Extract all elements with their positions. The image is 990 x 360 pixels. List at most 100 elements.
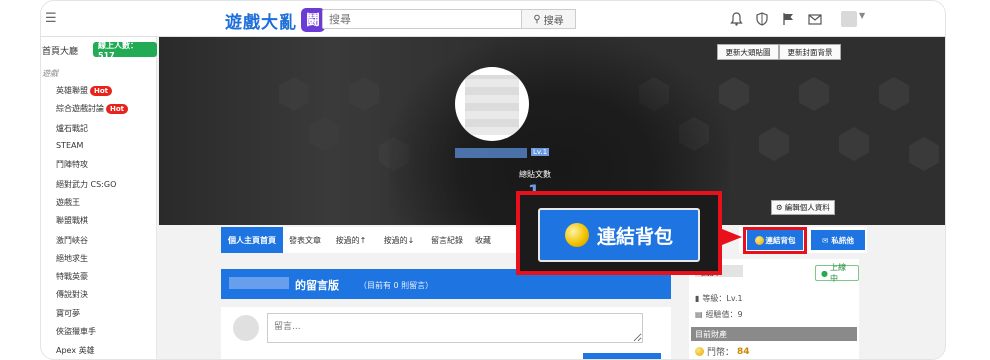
level-tag: Lv.1 xyxy=(531,148,550,156)
sidebar-item-hearthstone[interactable]: 爐石戰記 xyxy=(56,123,88,134)
tab-downvoted[interactable]: 按過的↓ xyxy=(377,227,421,253)
username-blurred xyxy=(455,148,527,158)
online-count-badge: 線上人數：517 xyxy=(93,41,157,60)
sidebar-item-steam[interactable]: STEAM xyxy=(56,141,83,150)
sidebar-item-pokemon[interactable]: 寶可夢 xyxy=(56,308,80,319)
tab-posts[interactable]: 發表文章 xyxy=(285,227,325,253)
private-message-button[interactable]: ✉ 私訊他 xyxy=(811,230,865,250)
callout-label: 連結背包 xyxy=(596,225,673,248)
highlight-frame xyxy=(743,227,807,254)
avatar-image-blurred xyxy=(465,75,519,135)
sidebar-item-label: 絕對武力 CS:GO xyxy=(56,180,117,189)
sidebar-item-overwatch[interactable]: 鬥陣特攻 xyxy=(56,159,88,170)
flag-icon[interactable] xyxy=(779,10,797,28)
guestbook-title: 的留言版 xyxy=(295,279,339,292)
level-icon: ▮ xyxy=(695,294,700,303)
site-logo[interactable]: 遊戲大亂 鬪 xyxy=(225,7,325,33)
hot-badge: Hot xyxy=(106,103,129,114)
hex-pattern xyxy=(909,137,939,171)
guestbook-input[interactable] xyxy=(267,313,643,343)
posts-count-label: 總貼文數 xyxy=(519,170,551,179)
profile-actions: 連結背包 ✉ 私訊他 xyxy=(739,227,867,254)
coin-icon xyxy=(564,223,589,247)
profile-avatar[interactable] xyxy=(455,67,529,141)
sidebar-item-label: 綜合遊戲討論 xyxy=(56,104,104,113)
chevron-down-icon[interactable]: ▼ xyxy=(859,11,865,20)
callout-connector xyxy=(722,229,742,245)
sidebar-item-label: Apex 英雄 xyxy=(56,346,95,355)
sidebar-item-label: STEAM xyxy=(56,141,84,150)
gear-icon: ⚙ xyxy=(776,203,783,212)
sidebar-item-label: 爐石戰記 xyxy=(56,124,88,133)
sidebar-item-label: 聯盟戰棋 xyxy=(56,216,88,225)
sidebar-item-label: 特戰英豪 xyxy=(56,272,88,281)
coins-row: 鬥幣： 84 xyxy=(695,345,750,358)
mail-icon: ✉ xyxy=(822,235,829,245)
sidebar-home-label: 首頁大廳 xyxy=(42,47,79,57)
exp-row: ▤ 經驗值：9 xyxy=(695,309,743,320)
sidebar-item-label: 激鬥峽谷 xyxy=(56,236,88,245)
change-cover-button[interactable]: 更新封面背景 xyxy=(779,44,841,60)
search-button[interactable]: ⚲ 搜尋 xyxy=(521,9,576,29)
search-button-label: 搜尋 xyxy=(543,15,564,27)
tab-favorites[interactable]: 收藏 xyxy=(471,227,495,253)
coin-icon xyxy=(695,347,704,356)
search-icon: ⚲ xyxy=(533,13,541,25)
hot-badge: Hot xyxy=(90,85,113,96)
coins-value: 84 xyxy=(737,346,750,357)
sidebar-item-csgo[interactable]: 絕對武力 CS:GO xyxy=(56,179,116,190)
sidebar-item-label: 遊戲王 xyxy=(56,198,80,207)
sidebar-item-valorant[interactable]: 特戰英豪 xyxy=(56,271,88,282)
sidebar-item-label: 英雄聯盟 xyxy=(56,86,88,95)
bell-icon[interactable] xyxy=(727,10,745,28)
sidebar-item-label: 俠盜獵車手 xyxy=(56,327,96,336)
sidebar-item-apex[interactable]: Apex 英雄 xyxy=(56,345,95,356)
change-avatar-button[interactable]: 更新大頭貼圖 xyxy=(717,44,779,60)
search-input[interactable] xyxy=(322,9,522,29)
hex-pattern xyxy=(839,127,869,161)
page-frame: ☰ 遊戲大亂 鬪 ⚲ 搜尋 ▼ 首頁大廳 線上人數：517 遊戲 xyxy=(40,0,946,360)
mail-icon[interactable] xyxy=(806,10,824,28)
zoom-callout: 連結背包 xyxy=(516,191,722,275)
hex-pattern xyxy=(879,77,909,111)
edit-profile-button[interactable]: ⚙ 編輯個人資料 xyxy=(771,200,835,215)
top-bar: ☰ 遊戲大亂 鬪 ⚲ 搜尋 ▼ xyxy=(41,1,945,37)
sidebar-section-label: 遊戲 xyxy=(42,69,58,78)
avatar xyxy=(233,315,259,341)
logo-text: 遊戲大亂 xyxy=(225,12,297,33)
private-message-label: 私訊他 xyxy=(831,235,854,245)
sidebar: 首頁大廳 線上人數：517 遊戲 英雄聯盟 Hot 綜合遊戲討論 Hot 爐石戰… xyxy=(41,37,157,359)
sidebar-item-home[interactable]: 首頁大廳 線上人數：517 xyxy=(41,41,157,60)
hex-pattern xyxy=(799,77,829,111)
sidebar-item-wildrift[interactable]: 激鬥峽谷 xyxy=(56,235,88,246)
exp-icon: ▤ xyxy=(695,310,703,319)
sidebar-item-pubg[interactable]: 絕地求生 xyxy=(56,253,88,264)
sidebar-item-tft[interactable]: 聯盟戰棋 xyxy=(56,215,88,226)
level-text: 等級：Lv.1 xyxy=(702,294,743,303)
sidebar-item-yugioh[interactable]: 遊戲王 xyxy=(56,197,80,208)
username-blurred xyxy=(229,277,289,289)
level-row: ▮ 等級：Lv.1 xyxy=(695,293,743,304)
assets-heading: 目前財產 xyxy=(691,327,857,341)
coins-label: 鬥幣： xyxy=(707,348,735,358)
sidebar-item-lol[interactable]: 英雄聯盟 Hot xyxy=(56,85,113,96)
user-avatar[interactable] xyxy=(841,11,857,27)
link-bag-button-zoomed: 連結背包 xyxy=(538,208,700,262)
shield-icon[interactable] xyxy=(753,10,771,28)
sidebar-item-gta[interactable]: 俠盜獵車手 xyxy=(56,326,96,337)
guestbook-count: （目前有 0 則留言） xyxy=(359,281,434,290)
sidebar-item-label: 傳說對決 xyxy=(56,290,88,299)
menu-icon[interactable]: ☰ xyxy=(45,11,57,26)
sidebar-item-label: 絕地求生 xyxy=(56,254,88,263)
guestbook-submit-button[interactable] xyxy=(583,353,661,359)
edit-profile-label: 編輯個人資料 xyxy=(784,203,830,212)
tab-upvoted[interactable]: 按過的↑ xyxy=(329,227,373,253)
tab-comments[interactable]: 留言紀錄 xyxy=(425,227,469,253)
exp-text: 經驗值：9 xyxy=(705,310,743,319)
sidebar-item-aov[interactable]: 傳說對決 xyxy=(56,289,88,300)
guestbook-composer xyxy=(221,307,671,359)
tab-home[interactable]: 個人主頁首頁 xyxy=(221,227,283,253)
sidebar-item-general[interactable]: 綜合遊戲討論 Hot xyxy=(56,103,129,114)
online-status-badge: ● 上線中 xyxy=(815,263,859,283)
online-status-label: 上線中 xyxy=(829,263,846,283)
